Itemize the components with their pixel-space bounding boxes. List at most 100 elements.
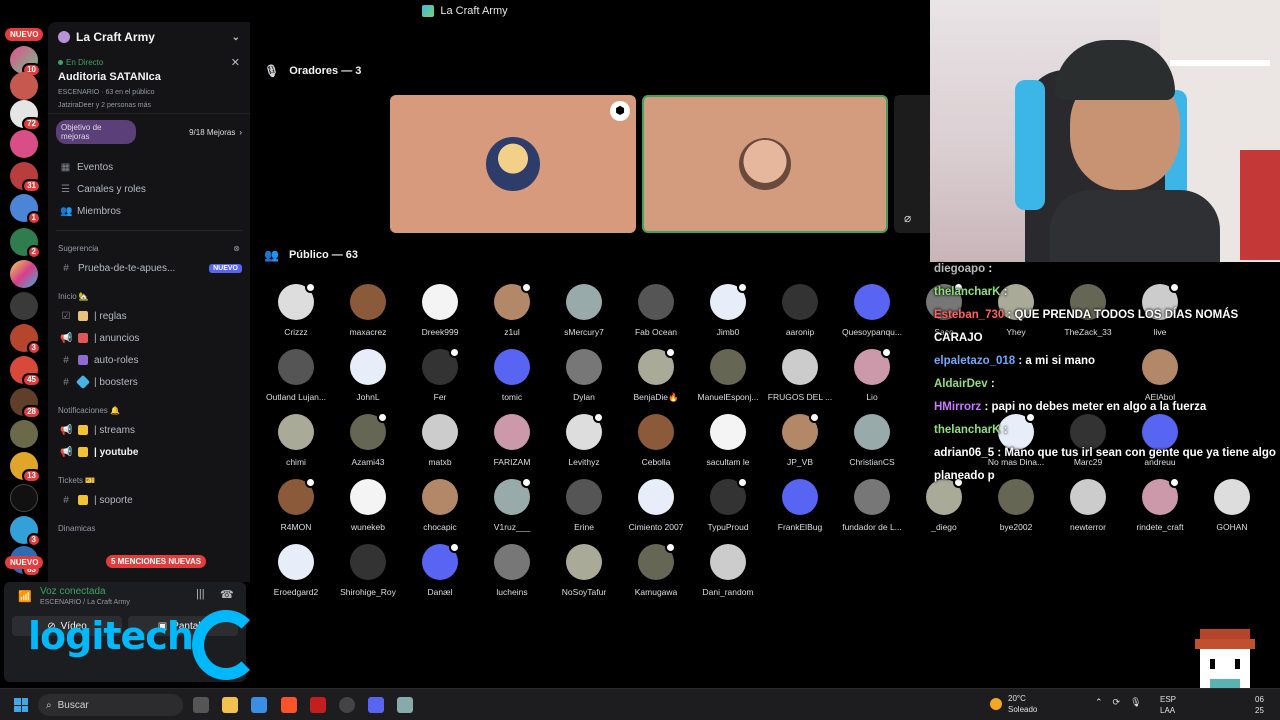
store-icon[interactable] [251,697,267,713]
nav-members[interactable]: 👥 Miembros [48,200,250,222]
audience-member[interactable]: lucheins [476,544,548,597]
weather-widget[interactable]: 20°C Soleado [990,693,1037,715]
brave-browser-icon[interactable] [281,697,297,713]
channel-suggested[interactable]: # Prueba-de-te-apues... NUEVO [48,257,250,279]
mic-icon[interactable]: 🎙 [1130,697,1141,708]
disconnect-icon[interactable]: ☎ [220,588,234,601]
server-icon[interactable]: 28 [10,388,41,419]
audience-member[interactable]: maxacrez [332,284,404,337]
close-icon[interactable]: ⊗ [233,244,240,253]
server-icon[interactable]: 45 [10,356,41,387]
audience-member[interactable]: sMercury7 [548,284,620,337]
audience-member[interactable]: Lio [836,347,908,402]
server-header[interactable]: La Craft Army ⌄ [48,22,250,52]
server-icon[interactable] [10,484,38,512]
server-icon[interactable]: 2 [10,228,41,259]
server-icon[interactable]: 72 [10,100,41,131]
chevron-up-icon[interactable]: ⌃ [1095,697,1103,708]
server-icon[interactable]: 3 [10,516,41,547]
server-icon[interactable]: 10 [10,46,41,77]
server-icon[interactable]: 13 [10,452,41,483]
audience-member[interactable]: Dylan [548,349,620,402]
chevron-down-icon[interactable]: ⌄ [232,32,240,43]
audience-member[interactable]: aaronip [764,284,836,337]
channel-reglas[interactable]: ☑ | reglas [48,305,250,327]
live-event-card[interactable]: En Directo Auditoria SATANIca ESCENARIO … [48,52,250,114]
channel-youtube[interactable]: 📢 | youtube [48,441,250,463]
audience-member[interactable]: Crizzz [260,282,332,337]
audience-member[interactable]: Eroedgard2 [260,544,332,597]
audience-member[interactable]: Fab Ocean [620,284,692,337]
category-dinamicas[interactable]: Dinamicas [48,519,250,537]
discord-icon[interactable] [368,697,384,713]
server-icon[interactable]: 31 [10,162,41,193]
audience-member[interactable]: Jimb0 [692,282,764,337]
obs-icon[interactable] [339,697,355,713]
nav-events[interactable]: ▦ Eventos [48,156,250,178]
category-notificaciones[interactable]: Notificaciones 🔔 [48,401,250,419]
category-suggestion[interactable]: Sugerencia ⊗ [48,239,250,257]
app-icon[interactable] [310,697,326,713]
category-inicio[interactable]: Inicio 🏡 [48,287,250,305]
speaker-tile[interactable]: ⌀ [894,95,930,233]
audience-member[interactable]: Levithyz [548,412,620,467]
taskbar-search[interactable]: ⌕ Buscar [38,694,183,716]
audience-member[interactable]: Shirohige_Roy [332,544,404,597]
server-icon[interactable] [10,420,38,448]
audience-member[interactable]: FrankElBug [764,479,836,532]
sync-icon[interactable]: ⟳ [1113,697,1121,708]
boost-goal-row[interactable]: Objetivo de mejoras 9/18 Mejoras › [56,120,242,144]
audience-member[interactable]: Cebolla [620,414,692,467]
server-icon[interactable] [10,72,38,100]
audience-member[interactable]: chimi [260,414,332,467]
speaker-tile-active[interactable] [642,95,888,233]
audience-member[interactable]: Azami43 [332,412,404,467]
audience-member[interactable]: wunekeb [332,479,404,532]
audience-member[interactable]: Fer [404,347,476,402]
windows-start-icon[interactable] [14,698,28,712]
server-icon[interactable] [10,260,38,288]
audience-member[interactable]: JohnL [332,349,404,402]
channel-anuncios[interactable]: 📢 | anuncios [48,327,250,349]
task-view-icon[interactable] [193,697,209,713]
audience-member[interactable]: NoSoyTafur [548,544,620,597]
audience-member[interactable]: ManuelEsponj... [692,349,764,402]
audience-member[interactable]: FARIZAM [476,414,548,467]
audience-member[interactable]: Danæl [404,542,476,597]
clock[interactable]: 06 25 [1255,694,1264,716]
file-explorer-icon[interactable] [222,697,238,713]
nav-channels-roles[interactable]: ☰ Canales y roles [48,178,250,200]
audience-member[interactable]: Dani_random [692,544,764,597]
channel-streams[interactable]: 📢 | streams [48,419,250,441]
channel-boosters[interactable]: # | boosters [48,371,250,393]
audience-member[interactable]: chocapic [404,479,476,532]
channel-auto-roles[interactable]: # auto-roles [48,349,250,371]
audience-member[interactable]: ChristianCS [836,414,908,467]
server-icon[interactable] [10,292,38,320]
audience-member[interactable]: FRUGOS DEL ... [764,349,836,402]
audience-member[interactable]: Dreek999 [404,284,476,337]
close-icon[interactable]: ✕ [231,56,240,69]
audience-member[interactable]: sacultam le [692,414,764,467]
audience-member[interactable]: Cimiento 2007 [620,479,692,532]
audience-member[interactable]: BenjaDie🔥 [620,347,692,403]
audience-member[interactable]: z1ul [476,282,548,337]
audience-member[interactable]: Quesoypanqu... [836,284,908,337]
audience-member[interactable]: TypuProud [692,477,764,532]
language-indicator[interactable]: ESP LAA [1160,694,1176,716]
mentions-badge[interactable]: 5 MENCIONES NUEVAS [106,555,207,568]
audience-member[interactable]: tomic [476,349,548,402]
audience-member[interactable]: fundador de L... [836,479,908,532]
audience-member[interactable]: Erine [548,479,620,532]
channel-soporte[interactable]: # | soporte [48,489,250,511]
audience-member[interactable]: JP_VB [764,412,836,467]
server-icon[interactable]: 3 [10,324,41,355]
settings-icon[interactable] [397,697,413,713]
server-icon[interactable] [10,130,38,158]
audience-member[interactable]: Outland Lujan... [260,349,332,402]
speaker-tile[interactable]: ⬢ [390,95,636,233]
audience-member[interactable]: Kamugawa [620,542,692,597]
audience-member[interactable]: R4MON [260,477,332,532]
category-tickets[interactable]: Tickets 🎫 [48,471,250,489]
audience-member[interactable]: V1ruz___ [476,477,548,532]
